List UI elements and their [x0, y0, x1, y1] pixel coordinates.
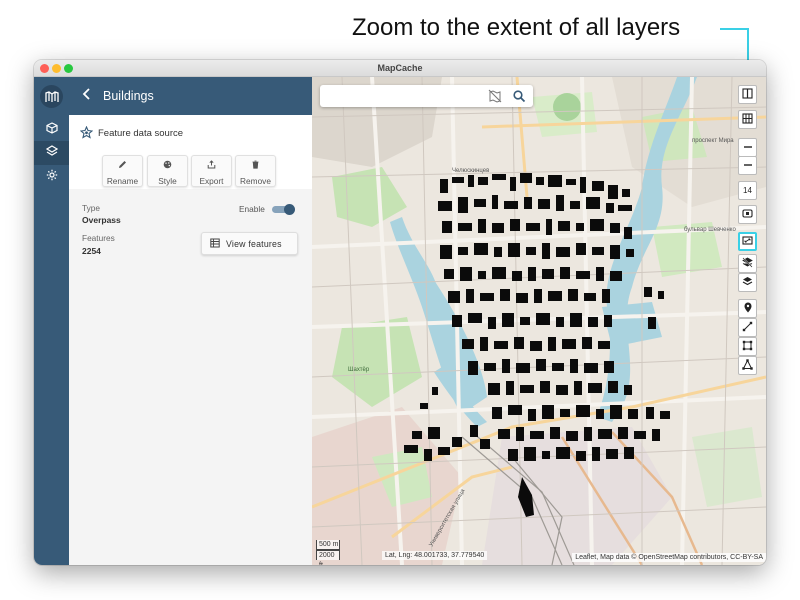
- layers-icon: [45, 144, 58, 162]
- layers-off-icon: [742, 257, 753, 270]
- rename-button[interactable]: Rename: [102, 155, 143, 187]
- zoom-in-tool[interactable]: [738, 138, 757, 157]
- search-icon[interactable]: [512, 89, 526, 103]
- feature-source-icon: [79, 125, 94, 144]
- grid-tool[interactable]: [738, 110, 757, 129]
- type-label: Type: [82, 203, 100, 213]
- map-view[interactable]: проспект Мира бульвар Шевченко Челюскинц…: [312, 77, 766, 565]
- app-logo-icon: [40, 85, 63, 108]
- rename-label: Rename: [106, 176, 139, 186]
- style-button[interactable]: Style: [147, 155, 188, 187]
- view-features-button[interactable]: View features: [201, 232, 298, 255]
- scale-bar: 500 m 2000 ft: [316, 540, 340, 565]
- palette-icon: [163, 156, 172, 174]
- cube-icon: [45, 121, 58, 139]
- window-title: MapCache: [377, 63, 423, 73]
- zoom-to-extent-tool[interactable]: [738, 232, 757, 251]
- nav-settings-button[interactable]: [34, 165, 69, 189]
- scale-imperial: 2000 ft: [316, 550, 340, 565]
- rectangle-icon: [742, 340, 753, 353]
- plus-icon: [743, 142, 753, 154]
- panel-title: Buildings: [103, 89, 154, 103]
- export-icon: [207, 156, 216, 174]
- toggle-knob: [284, 204, 295, 215]
- coordinates-readout: Lat, Lng: 48.001733, 37.779540: [382, 551, 488, 560]
- map-off-icon[interactable]: [488, 89, 502, 103]
- map-street-label: Челюскинцев: [452, 168, 489, 174]
- enable-toggle[interactable]: [272, 204, 295, 215]
- export-label: Export: [199, 176, 224, 186]
- remove-label: Remove: [240, 176, 271, 186]
- layer-details-panel: Feature data source Rename Style Export: [69, 115, 312, 565]
- zoom-level-label: 14: [743, 186, 752, 195]
- zoom-out-tool[interactable]: [738, 156, 757, 175]
- map-attribution: Leaflet, Map data © OpenStreetMap contri…: [572, 553, 766, 562]
- back-button[interactable]: [77, 86, 97, 106]
- features-label: Features: [82, 233, 115, 243]
- nav-rail: [34, 77, 69, 565]
- map-place-label: Шахтёр: [348, 367, 370, 373]
- minus-icon: [743, 160, 753, 172]
- title-bar: MapCache: [34, 60, 766, 77]
- app-window: MapCache Buildings Feature data source R…: [34, 60, 766, 565]
- polygon-tool[interactable]: [738, 356, 757, 375]
- layers-tool[interactable]: [738, 273, 757, 292]
- columns-icon: [742, 88, 753, 101]
- layers-off-tool[interactable]: [738, 254, 757, 273]
- map-search-input[interactable]: [328, 89, 478, 103]
- layers-icon: [742, 276, 753, 289]
- export-button[interactable]: Export: [191, 155, 232, 187]
- pencil-icon: [118, 156, 127, 174]
- marker-icon: [743, 302, 753, 315]
- chevron-left-icon: [82, 87, 92, 105]
- source-card: Feature data source Rename Style Export: [69, 115, 312, 189]
- split-view-tool[interactable]: [738, 85, 757, 104]
- map-search-bar: [320, 85, 533, 107]
- table-icon: [210, 235, 220, 253]
- nav-layers-button[interactable]: [34, 141, 69, 165]
- polyline-tool[interactable]: [738, 318, 757, 337]
- features-value: 2254: [82, 246, 101, 256]
- marker-tool[interactable]: [738, 299, 757, 318]
- polygon-icon: [742, 359, 753, 372]
- extent-icon: [742, 235, 753, 248]
- enable-label: Enable: [239, 204, 265, 214]
- fit-icon: [742, 208, 753, 221]
- gear-icon: [46, 168, 58, 186]
- grid-icon: [742, 113, 753, 126]
- scale-metric: 500 m: [316, 540, 340, 550]
- style-label: Style: [158, 176, 177, 186]
- remove-button[interactable]: Remove: [235, 155, 276, 187]
- rectangle-tool[interactable]: [738, 337, 757, 356]
- type-value: Overpass: [82, 215, 121, 225]
- source-title: Feature data source: [98, 128, 184, 139]
- polyline-icon: [742, 321, 753, 334]
- map-street-label: проспект Мира: [692, 138, 734, 144]
- panel-header: Buildings: [69, 77, 312, 115]
- nav-projects-button[interactable]: [34, 118, 69, 142]
- trash-icon: [251, 156, 260, 174]
- annotation-callout-text: Zoom to the extent of all layers: [352, 14, 681, 41]
- annotation-connector: [720, 28, 748, 30]
- map-street-label: бульвар Шевченко: [684, 227, 736, 233]
- view-features-label: View features: [226, 238, 282, 249]
- zoom-level-tool[interactable]: 14: [738, 181, 757, 200]
- fit-tool[interactable]: [738, 205, 757, 224]
- map-canvas: проспект Мира бульвар Шевченко Челюскинц…: [312, 77, 766, 565]
